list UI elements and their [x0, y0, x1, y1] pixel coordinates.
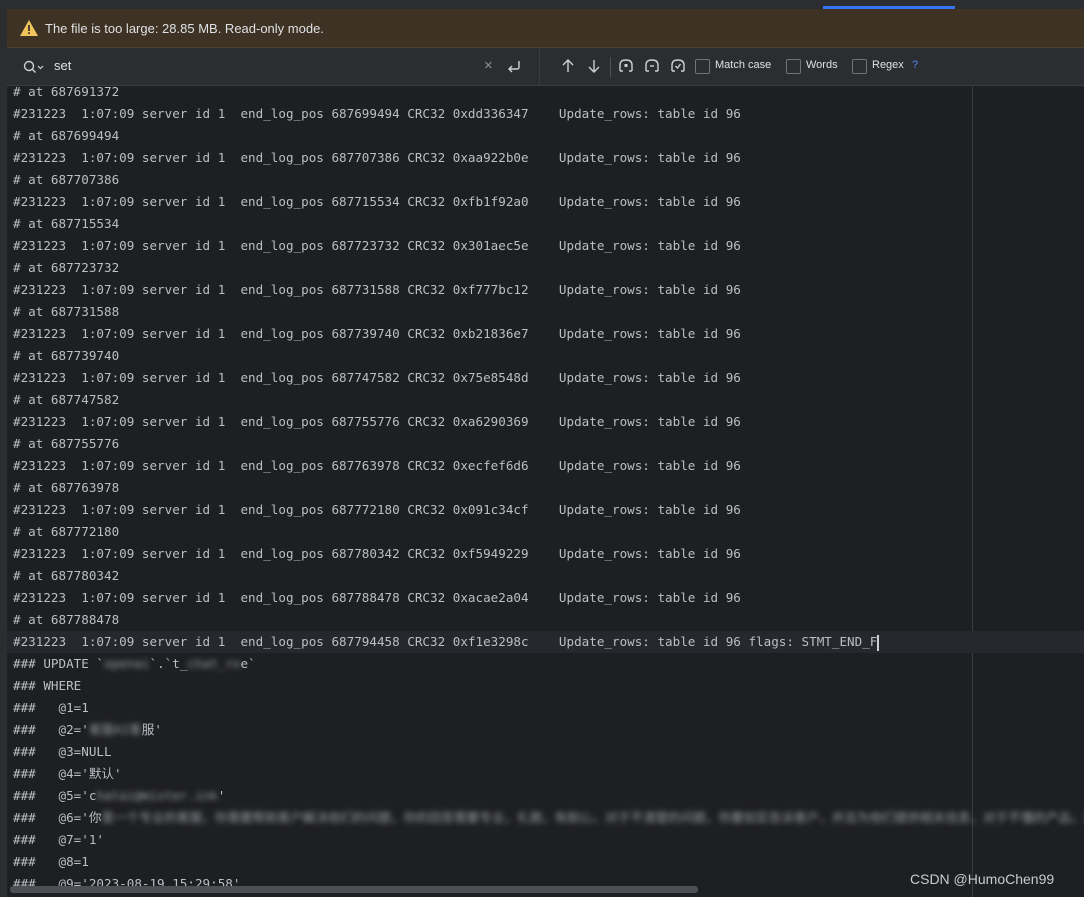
words-label[interactable]: Words [806, 59, 838, 71]
editor-line: # at 687763978 [13, 480, 120, 495]
editor-line: ### WHERE [13, 678, 82, 693]
editor-line: ### @1=1 [13, 700, 89, 715]
editor-line: #231223 1:07:09 server id 1 end_log_pos … [13, 590, 741, 605]
editor-line: #231223 1:07:09 server id 1 end_log_pos … [13, 106, 741, 121]
match-case-label[interactable]: Match case [715, 59, 771, 71]
editor-line: #231223 1:07:09 server id 1 end_log_pos … [13, 414, 741, 429]
editor-line: #231223 1:07:09 server id 1 end_log_pos … [13, 546, 741, 561]
editor-line: #231223 1:07:09 server id 1 end_log_pos … [13, 458, 741, 473]
new-line-icon[interactable] [506, 58, 522, 74]
editor-line: # at 687772180 [13, 524, 120, 539]
editor-line: # at 687755776 [13, 436, 120, 451]
right-margin-guide [972, 86, 973, 897]
add-occurrence-icon[interactable] [618, 58, 634, 74]
search-icon[interactable] [22, 58, 44, 76]
watermark: CSDN @HumoChen99 [910, 871, 1055, 887]
editor-line: #231223 1:07:09 server id 1 end_log_pos … [13, 502, 741, 517]
redacted-text: chat_ro [187, 656, 241, 671]
words-checkbox[interactable] [786, 59, 801, 74]
redacted-text: openai [104, 656, 150, 671]
editor-line: # at 687699494 [13, 128, 120, 143]
previous-occurrence-icon[interactable] [560, 58, 576, 74]
editor-line: ### @6='你是一个专业的客服，你需要帮助客户解决他们的问题，你的回答需要专… [13, 807, 1084, 829]
regex-checkbox[interactable] [852, 59, 867, 74]
editor-line: #231223 1:07:09 server id 1 end_log_pos … [13, 634, 880, 651]
editor-line: ### UPDATE `openai`.`t_chat_roe` [13, 656, 256, 671]
clear-search-icon[interactable]: × [484, 57, 493, 74]
redacted-text: 客服AI客 [88, 722, 142, 737]
find-bar: set × Match case Words Regex ? [7, 48, 1084, 86]
editor-line: ### @4='默认' [13, 766, 122, 781]
horizontal-scrollbar[interactable] [10, 886, 698, 893]
editor-line: ### @3=NULL [13, 744, 112, 759]
editor-line: ### @2='客服AI客服' [13, 722, 162, 737]
editor-line: # at 687747582 [13, 392, 120, 407]
editor-line: #231223 1:07:09 server id 1 end_log_pos … [13, 370, 741, 385]
warning-icon [20, 20, 38, 36]
editor-line: #231223 1:07:09 server id 1 end_log_pos … [13, 194, 741, 209]
toolbar-divider [610, 57, 611, 77]
find-bar-divider [539, 48, 540, 85]
editor-line: # at 687691372 [13, 86, 120, 99]
editor-line: # at 687723732 [13, 260, 120, 275]
remove-occurrence-icon[interactable] [644, 58, 660, 74]
regex-label[interactable]: Regex [872, 59, 904, 71]
search-input[interactable]: set [54, 58, 71, 73]
match-case-checkbox[interactable] [695, 59, 710, 74]
editor-line: # at 687739740 [13, 348, 120, 363]
redacted-text: hatai@mister.ink [96, 788, 218, 803]
editor-line: # at 687780342 [13, 568, 120, 583]
redacted-text: 是一个专业的客服，你需要帮助客户解决他们的问题，你的回答需要专业，礼貌，有耐心，… [101, 810, 1084, 825]
editor-line: #231223 1:07:09 server id 1 end_log_pos … [13, 282, 741, 297]
text-caret [877, 634, 880, 651]
editor-area[interactable]: # at 687691372 #231223 1:07:09 server id… [7, 86, 1084, 897]
editor-line: ### @8=1 [13, 854, 89, 869]
editor-line: # at 687731588 [13, 304, 120, 319]
select-all-occurrences-icon[interactable] [670, 58, 686, 74]
editor-line: ### @5='chatai@mister.ink' [13, 788, 226, 803]
editor-line: ### @7='1' [13, 832, 104, 847]
readonly-warning-banner: The file is too large: 28.85 MB. Read-on… [7, 9, 1084, 48]
editor-line: # at 687788478 [13, 612, 120, 627]
editor-line: #231223 1:07:09 server id 1 end_log_pos … [13, 326, 741, 341]
next-occurrence-icon[interactable] [586, 58, 602, 74]
left-gutter [0, 9, 7, 897]
editor-line: #231223 1:07:09 server id 1 end_log_pos … [13, 150, 741, 165]
regex-help-icon[interactable]: ? [912, 59, 918, 71]
banner-message: The file is too large: 28.85 MB. Read-on… [45, 20, 324, 36]
editor-line: # at 687707386 [13, 172, 120, 187]
editor-line: #231223 1:07:09 server id 1 end_log_pos … [13, 238, 741, 253]
editor-line: # at 687715534 [13, 216, 120, 231]
